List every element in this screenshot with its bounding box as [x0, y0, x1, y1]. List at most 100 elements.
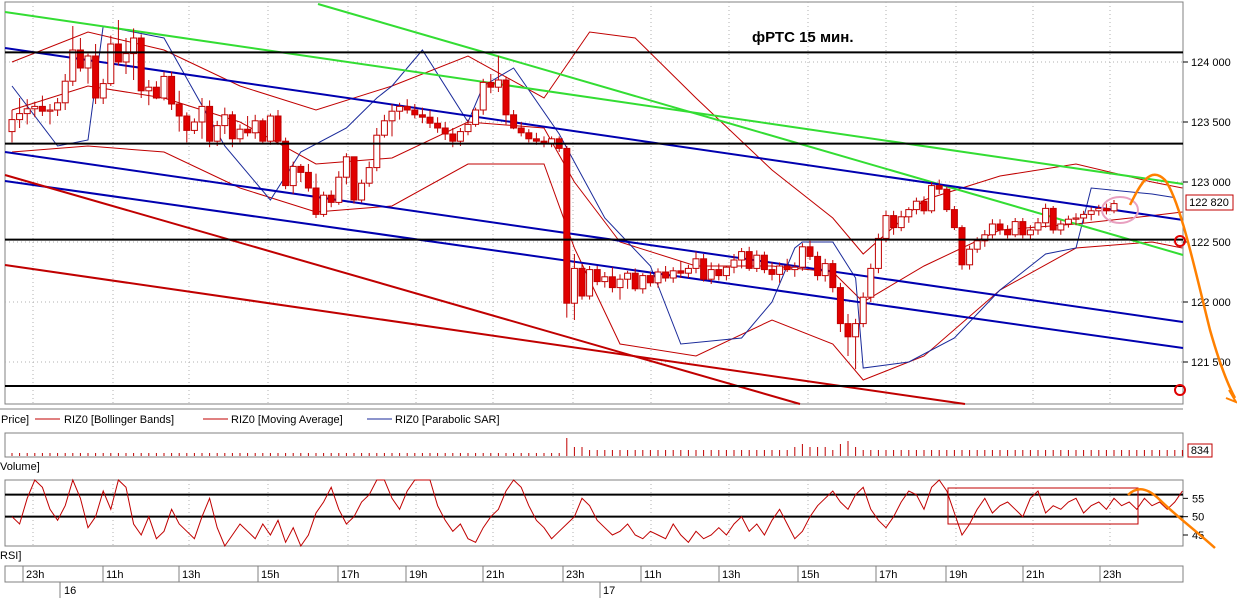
candle-up — [966, 248, 974, 266]
candle-up — [738, 251, 746, 261]
candle-up — [1110, 203, 1118, 212]
candle-up — [1042, 207, 1050, 224]
candle-up — [221, 114, 229, 127]
candle-up — [213, 125, 221, 142]
price-tick-label: 124 000 — [1191, 57, 1231, 69]
candle-down — [715, 269, 723, 277]
candle-down — [631, 272, 639, 290]
candle-down — [228, 114, 236, 140]
candle-up — [988, 223, 996, 236]
candle-down — [1004, 229, 1012, 236]
hour-label: 15h — [801, 569, 819, 581]
volume-plot-area — [4, 432, 1184, 458]
candle-down — [608, 276, 616, 289]
candle-down — [274, 115, 282, 142]
candle-down — [745, 251, 753, 269]
legend-bollinger: RIZ0 [Bollinger Bands] — [64, 414, 174, 426]
candle-up — [867, 267, 875, 298]
candle-down — [890, 215, 898, 229]
candle-up — [236, 128, 244, 140]
candle-up — [776, 265, 784, 275]
candle-up — [456, 131, 464, 142]
candle-up — [821, 263, 829, 277]
candle-up — [198, 105, 206, 123]
candle-down — [996, 223, 1004, 231]
candle-down — [920, 200, 928, 212]
candle-down — [168, 75, 176, 105]
candle-up — [798, 246, 806, 268]
candle-down — [282, 140, 290, 187]
candle-up — [23, 108, 31, 115]
candle-up — [266, 115, 274, 142]
candle-down — [304, 171, 312, 189]
candle-down — [502, 79, 510, 116]
candle-down — [844, 323, 852, 338]
candle-down — [434, 122, 442, 129]
candle-up — [342, 156, 350, 178]
candle-down — [646, 275, 654, 284]
candle-down — [950, 209, 958, 229]
last-price-label: 122 820 — [1189, 197, 1229, 209]
legend-parabolic-sar: RIZ0 [Parabolic SAR] — [395, 414, 500, 426]
candle-down — [593, 269, 601, 283]
candle-down — [418, 114, 426, 118]
candle-up — [707, 269, 715, 280]
candle-up — [897, 216, 905, 229]
candle-down — [38, 105, 46, 112]
candle-up — [472, 109, 480, 125]
volume-last-label: 834 — [1191, 445, 1209, 457]
candle-down — [958, 227, 966, 266]
candle-up — [882, 215, 890, 239]
candle-up — [84, 55, 92, 69]
hour-label: 13h — [722, 569, 740, 581]
candle-down — [426, 116, 434, 124]
hour-label: 19h — [949, 569, 967, 581]
candle-up — [335, 176, 343, 203]
candle-up — [730, 259, 738, 268]
volume-label: Volume] — [0, 461, 40, 473]
candle-down — [152, 86, 160, 99]
hour-label: 19h — [409, 569, 427, 581]
candle-up — [639, 275, 647, 290]
candle-down — [403, 105, 411, 111]
candle-up — [852, 323, 860, 338]
candle-up — [494, 79, 502, 88]
candle-down — [517, 127, 525, 134]
candle-up — [654, 271, 662, 284]
candle-down — [175, 103, 183, 117]
candle-down — [760, 254, 768, 271]
candle-up — [373, 134, 381, 169]
candle-down — [1049, 207, 1057, 231]
day-label-16: 16 — [64, 585, 76, 597]
candle-up — [1026, 229, 1034, 236]
rsi-tick-label: 55 — [1192, 493, 1204, 505]
candle-up — [692, 258, 700, 269]
candle-up — [61, 80, 69, 104]
chart-title: фРТС 15 мин. — [752, 29, 854, 46]
hour-label: 21h — [486, 569, 504, 581]
hour-label: 17h — [341, 569, 359, 581]
candle-up — [791, 266, 799, 271]
legend-price: Price] — [1, 414, 29, 426]
candle-down — [259, 120, 267, 142]
legend-moving-average: RIZ0 [Moving Average] — [231, 414, 343, 426]
candle-up — [479, 81, 487, 111]
candle-up — [1080, 213, 1088, 219]
candle-up — [122, 53, 130, 63]
candle-down — [532, 138, 540, 142]
candle-down — [783, 265, 791, 271]
candle-up — [107, 43, 115, 85]
candle-down — [510, 114, 518, 129]
candle-up — [31, 105, 39, 110]
price-tick-label: 123 000 — [1191, 177, 1231, 189]
candle-up — [1072, 217, 1080, 220]
candle-up — [1057, 223, 1065, 231]
candle-down — [244, 128, 252, 134]
candle-up — [624, 272, 632, 280]
candle-down — [137, 37, 145, 92]
candle-down — [411, 109, 419, 116]
candle-down — [350, 156, 358, 201]
candle-up — [16, 113, 24, 121]
candle-down — [806, 246, 814, 257]
candle-down — [487, 81, 495, 88]
